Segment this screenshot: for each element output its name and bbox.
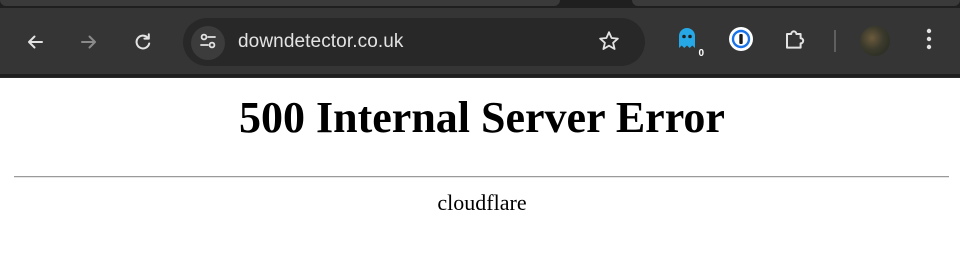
forward-arrow-icon bbox=[78, 31, 100, 53]
url-text[interactable]: downdetector.co.uk bbox=[238, 31, 404, 53]
extensions-menu-button[interactable] bbox=[778, 24, 812, 58]
toolbar-divider bbox=[834, 30, 836, 52]
browser-toolbar: downdetector.co.uk 0 bbox=[0, 0, 960, 78]
password-manager-extension-button[interactable] bbox=[724, 24, 758, 58]
server-name: cloudflare bbox=[437, 190, 527, 215]
browser-menu-button[interactable] bbox=[914, 26, 944, 56]
forward-button[interactable] bbox=[73, 26, 105, 58]
puzzle-icon bbox=[782, 26, 808, 57]
toolbar-row: downdetector.co.uk 0 bbox=[0, 8, 960, 74]
more-vertical-icon bbox=[926, 28, 932, 55]
tab-edge-left[interactable] bbox=[0, 0, 560, 6]
1password-icon bbox=[728, 26, 754, 57]
tab-strip bbox=[0, 0, 960, 8]
ghost-icon bbox=[675, 26, 699, 57]
page-content: 500 Internal Server Error cloudflare bbox=[0, 78, 960, 262]
back-arrow-icon bbox=[24, 31, 46, 53]
bookmark-button[interactable] bbox=[596, 30, 622, 56]
tab-edge-right[interactable] bbox=[632, 0, 960, 6]
reload-button[interactable] bbox=[127, 26, 159, 58]
ghostery-extension-button[interactable]: 0 bbox=[670, 24, 704, 59]
back-button[interactable] bbox=[19, 26, 51, 58]
horizontal-rule bbox=[14, 176, 949, 178]
profile-avatar[interactable] bbox=[860, 26, 890, 56]
star-icon bbox=[597, 29, 621, 58]
address-bar[interactable]: downdetector.co.uk bbox=[183, 18, 645, 66]
tune-icon bbox=[198, 31, 218, 56]
site-info-button[interactable] bbox=[191, 26, 225, 60]
reload-icon bbox=[132, 31, 154, 53]
extension-badge: 0 bbox=[698, 48, 704, 59]
error-heading: 500 Internal Server Error bbox=[239, 93, 725, 142]
